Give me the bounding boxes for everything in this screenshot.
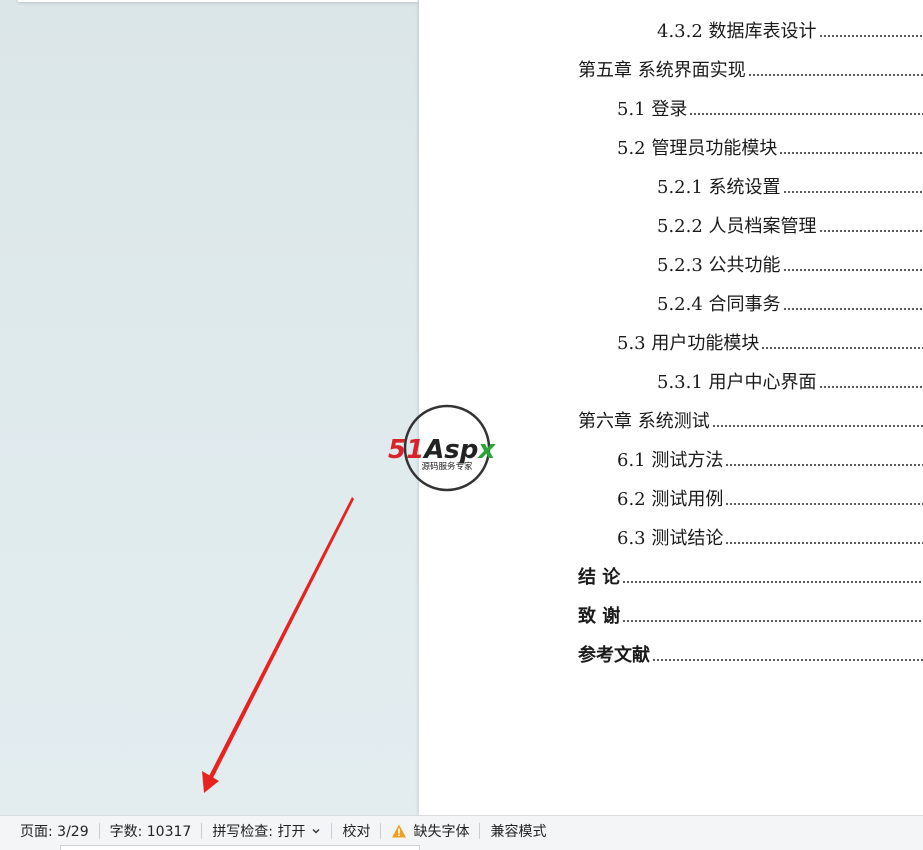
toc-entry[interactable]: 致 谢 [419, 604, 923, 628]
toc-entry-title: 第六章 系统测试 [578, 411, 710, 432]
document-workspace[interactable]: 4.3.1 数据库实体 4.3.2 数据库表设计第五章 系统界面实现 5.1 登录 5… [0, 0, 923, 815]
proofread-label: 校对 [342, 823, 371, 840]
toc-entry[interactable]: 5.2.3 公共功能 [419, 253, 923, 277]
compatibility-mode-label: 兼容模式 [490, 823, 547, 840]
toc-dot-leader [725, 502, 923, 506]
toc-entry[interactable]: 4.3.2 数据库表设计 [419, 19, 923, 43]
toc-entry[interactable]: 5.1 登录 [419, 97, 923, 121]
toc-entry-title: 4.3.2 数据库表设计 [657, 21, 817, 42]
missing-font-button[interactable]: 缺失字体 [381, 820, 479, 842]
watermark-tagline: 源码服务专家 [421, 461, 473, 472]
toc-entry-title: 4.3.1 数据库实体 [657, 0, 801, 4]
toc-dot-leader [779, 151, 923, 155]
toc-entry-title: 致 谢 [578, 606, 621, 627]
toc-dot-leader [747, 73, 923, 77]
toc-dot-leader [711, 424, 923, 428]
missing-font-label: 缺失字体 [413, 823, 470, 840]
watermark-logo: 51Aspx 源码服务专家 [388, 404, 496, 492]
watermark-brand: 51Aspx [388, 435, 496, 465]
toc-entry[interactable]: 5.2.4 合同事务 [419, 292, 923, 316]
toc-entry[interactable]: 6.3 测试结论 [419, 526, 923, 550]
toc-entry[interactable]: 5.3.1 用户中心界面 [419, 370, 923, 394]
toc-entry-title: 5.1 登录 [617, 99, 688, 120]
page-indicator-label: 页面: 3/29 [20, 823, 89, 840]
toc-entry-title: 5.2.4 合同事务 [657, 294, 781, 315]
toc-dot-leader [652, 658, 923, 662]
page-indicator[interactable]: 页面: 3/29 [10, 820, 99, 842]
toc-entry-title: 5.2.3 公共功能 [657, 255, 781, 276]
toc-dot-leader [818, 34, 923, 38]
toc-entry-title: 5.2.1 系统设置 [657, 177, 781, 198]
toc-entry[interactable]: 4.3.1 数据库实体 [419, 0, 923, 4]
toc-entry-title: 6.1 测试方法 [617, 450, 724, 471]
toc-dot-leader [725, 541, 923, 545]
toc-entry-title: 结 论 [578, 567, 621, 588]
proofread-button[interactable]: 校对 [332, 820, 380, 842]
previous-page-edge [18, 0, 418, 2]
toc-dot-leader [782, 307, 923, 311]
toc-entry[interactable]: 5.2.2 人员档案管理 [419, 214, 923, 238]
spell-check-label: 拼写检查: 打开 [212, 823, 306, 840]
toc-entry-title: 5.3.1 用户中心界面 [657, 372, 817, 393]
toc-entry[interactable]: 第五章 系统界面实现 [419, 58, 923, 82]
toc-entry-title: 6.3 测试结论 [617, 528, 724, 549]
toc-dot-leader [689, 112, 923, 116]
toc-entry-title: 第五章 系统界面实现 [578, 60, 746, 81]
toc-entry[interactable]: 5.3 用户功能模块 [419, 331, 923, 355]
spell-check-toggle[interactable]: 拼写检查: 打开 [202, 820, 331, 842]
next-page-edge [60, 845, 420, 850]
toc-dot-leader [782, 268, 923, 272]
toc-entry[interactable]: 5.2 管理员功能模块 [419, 136, 923, 160]
toc-dot-leader [725, 463, 923, 467]
toc-entry-title: 5.3 用户功能模块 [617, 333, 760, 354]
toc-entry[interactable]: 参考文献 [419, 643, 923, 667]
toc-entry-title: 参考文献 [578, 645, 650, 666]
toc-entry[interactable]: 5.2.1 系统设置 [419, 175, 923, 199]
toc-entry-title: 5.2 管理员功能模块 [617, 138, 778, 159]
status-bar: 页面: 3/29 字数: 10317 拼写检查: 打开 校对 缺失字体 兼容模式 [0, 815, 923, 845]
word-count-label: 字数: 10317 [109, 823, 192, 840]
toc-entry-title: 6.2 测试用例 [617, 489, 724, 510]
compatibility-mode[interactable]: 兼容模式 [480, 820, 556, 842]
toc-dot-leader [818, 385, 923, 389]
toc-entry-title: 5.2.2 人员档案管理 [657, 216, 817, 237]
toc-dot-leader [761, 346, 923, 350]
toc-dot-leader [818, 229, 923, 233]
toc-dot-leader [622, 580, 923, 584]
bottom-strip [0, 845, 923, 850]
warning-icon [392, 824, 407, 837]
toc-dot-leader [622, 619, 923, 623]
chevron-down-icon [312, 828, 320, 833]
word-count[interactable]: 字数: 10317 [100, 820, 202, 842]
toc-dot-leader [782, 190, 923, 194]
toc-entry[interactable]: 结 论 [419, 565, 923, 589]
